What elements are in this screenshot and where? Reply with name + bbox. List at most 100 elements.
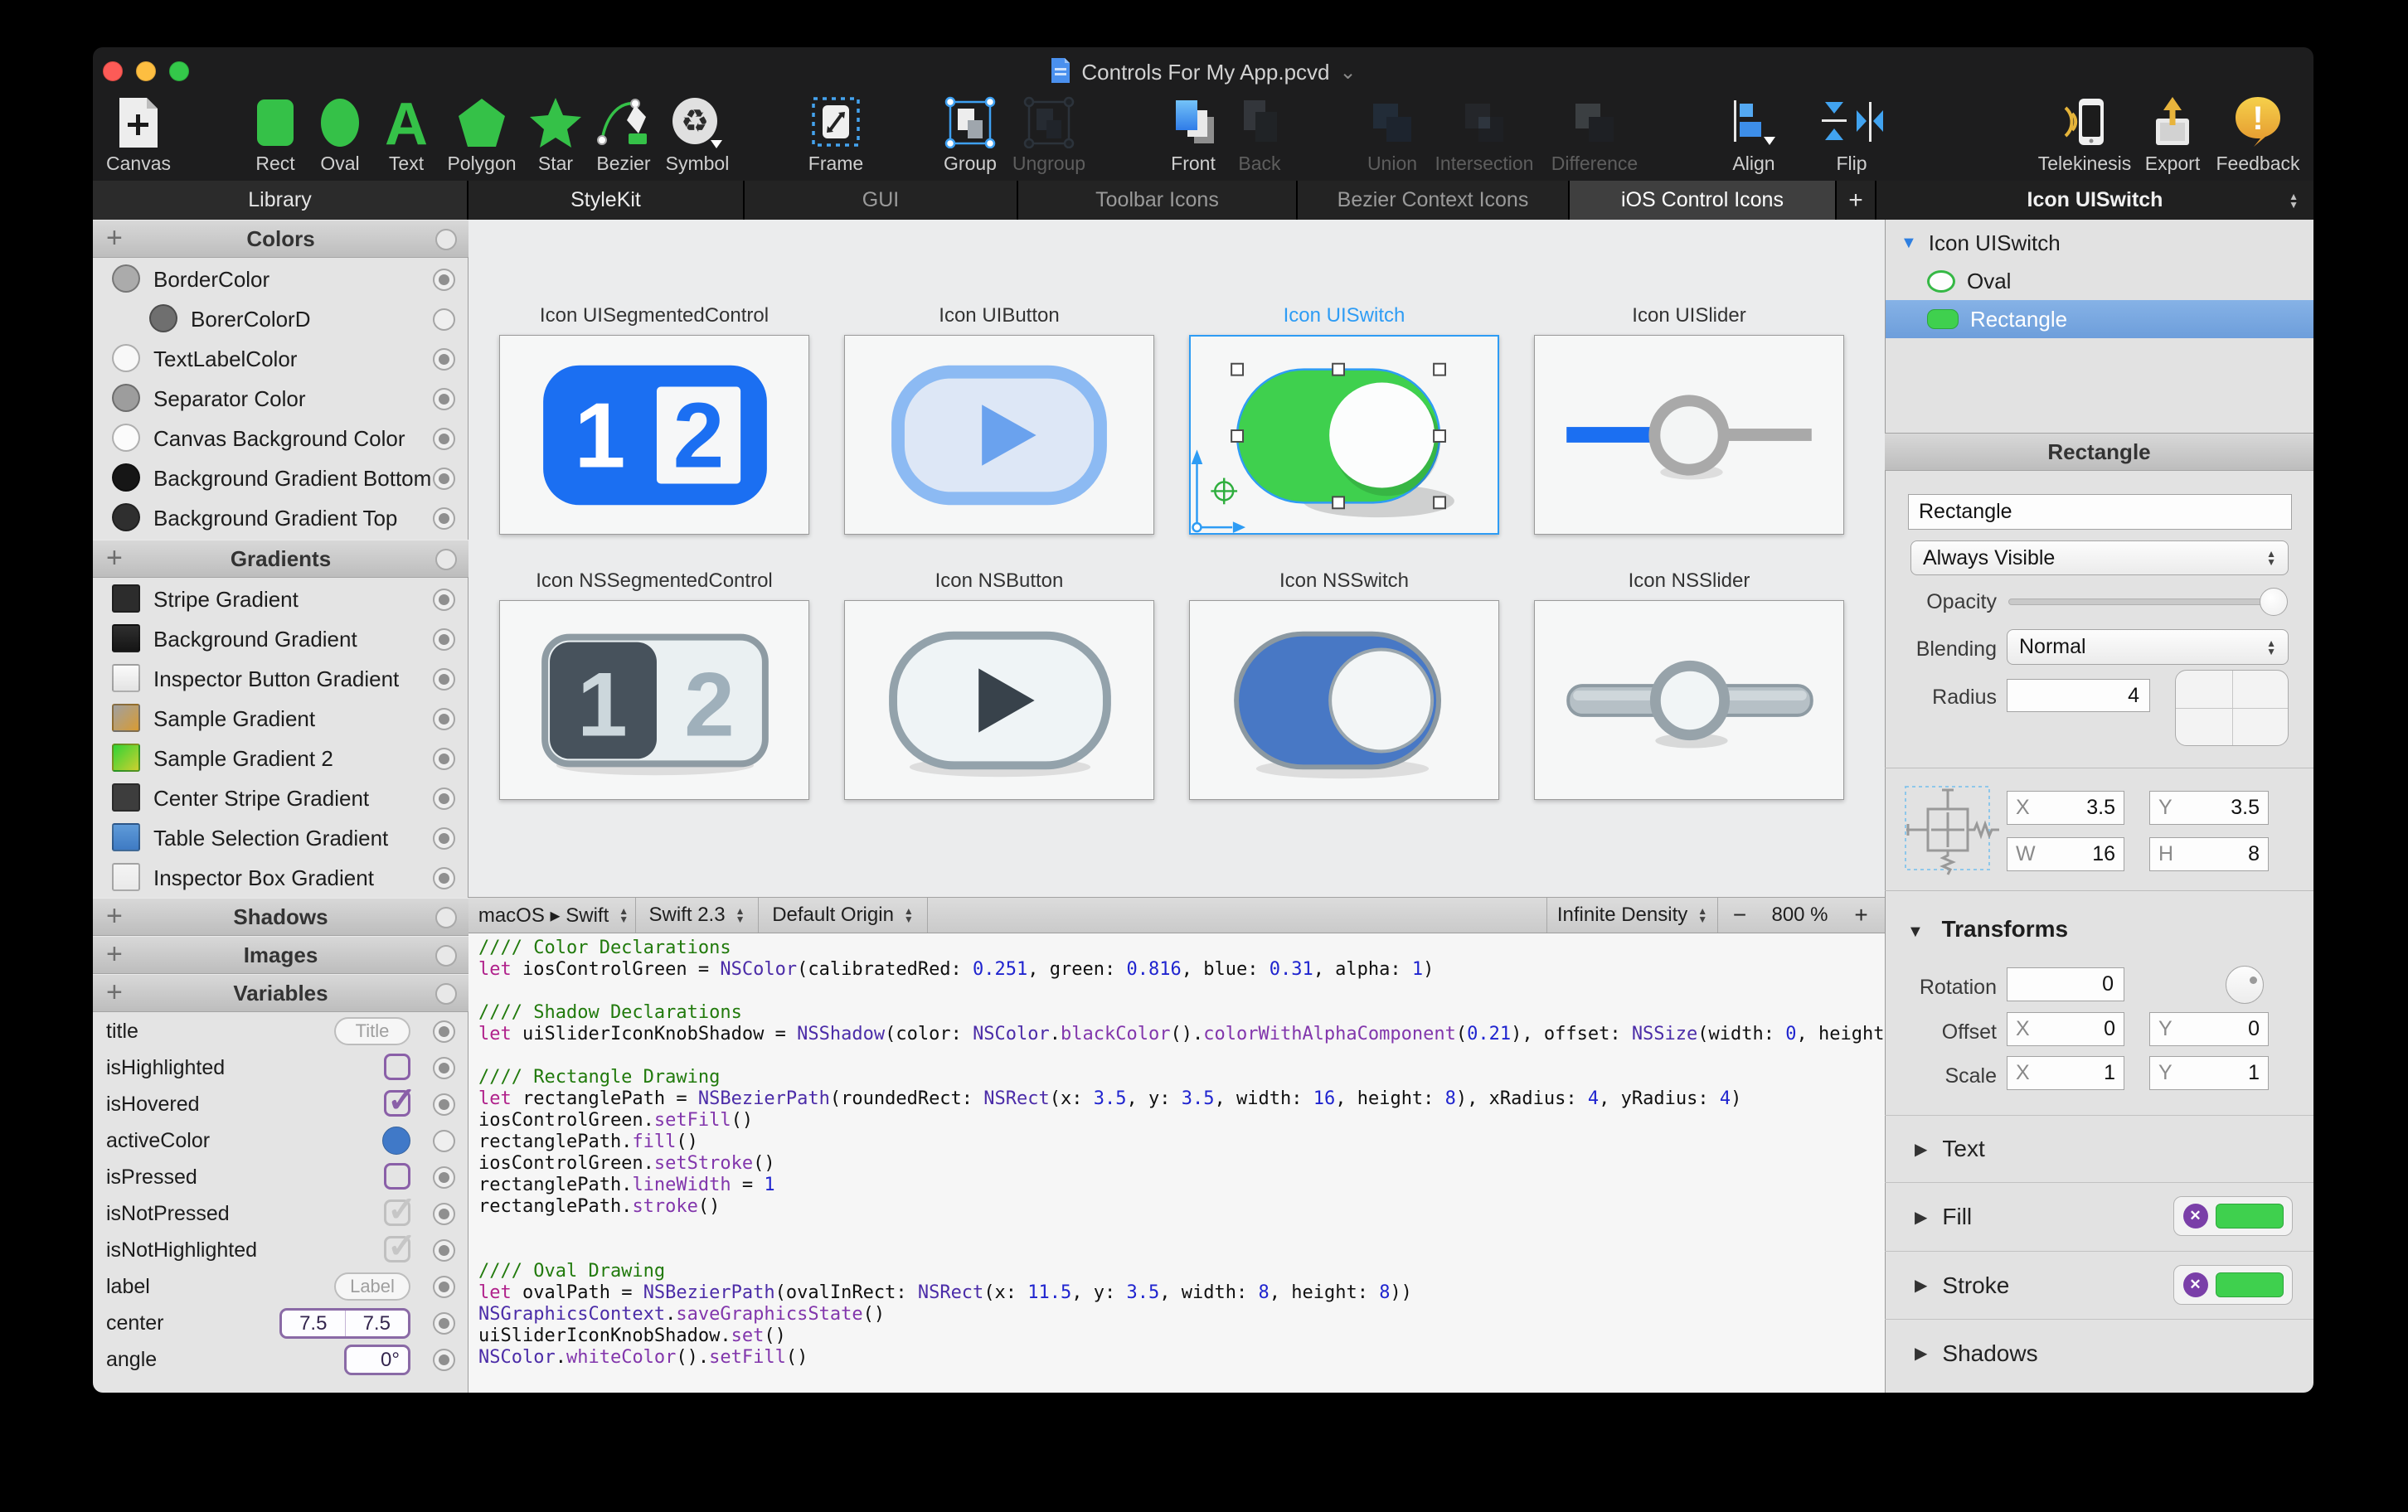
scale-x-field[interactable]: X 1 [2007, 1056, 2124, 1090]
frame-w-field[interactable]: W 16 [2007, 837, 2124, 871]
variable-item-center[interactable]: center 7.5 7.5 [93, 1305, 468, 1341]
disclosure-triangle-icon[interactable]: ▶ [1915, 1343, 1927, 1364]
feedback-button[interactable]: ! Feedback [2175, 95, 2313, 175]
layer-name-field[interactable] [1908, 494, 2292, 530]
color-swatch[interactable] [112, 384, 140, 412]
tab-toolbar-icons[interactable]: Toolbar Icons [1018, 181, 1298, 220]
library-target-icon[interactable] [433, 1130, 455, 1152]
disclosure-triangle-icon[interactable]: ▼ [1907, 923, 1924, 941]
variable-pill-button[interactable]: Label [334, 1272, 410, 1301]
library-target-icon[interactable] [433, 1239, 455, 1262]
fill-color-button[interactable]: ✕ [2173, 1196, 2293, 1236]
origin-dropdown[interactable]: Default Origin ▲ ▼ [759, 898, 928, 933]
variable-item-isHovered[interactable]: isHovered [93, 1079, 468, 1122]
disclosure-triangle-icon[interactable]: ▶ [1915, 1275, 1927, 1296]
frame-h-field[interactable]: H 8 [2149, 837, 2269, 871]
gradient-swatch[interactable] [112, 704, 140, 732]
images-section-toggle[interactable] [435, 945, 457, 967]
tab-ios-control-icons[interactable]: iOS Control Icons [1570, 181, 1837, 220]
variable-item-angle[interactable]: angle 0° [93, 1341, 468, 1378]
color-item-5[interactable]: Canvas Background Color [93, 419, 468, 458]
stroke-color-button[interactable]: ✕ [2173, 1265, 2293, 1305]
library-target-icon[interactable] [433, 308, 455, 331]
library-target-icon[interactable] [433, 1203, 455, 1225]
platform-dropdown[interactable]: macOS ▸ Swift ▲ ▼ [472, 898, 636, 933]
scale-y-field[interactable]: Y 1 [2149, 1056, 2269, 1090]
color-swatch[interactable] [112, 264, 140, 293]
opacity-slider-knob[interactable] [2260, 588, 2288, 616]
library-target-icon[interactable] [433, 1312, 455, 1335]
artboard-ns-button[interactable] [844, 600, 1154, 800]
no-color-icon[interactable]: ✕ [2182, 1272, 2208, 1297]
gradient-swatch[interactable] [112, 744, 140, 772]
gradient-item-7[interactable]: Table Selection Gradient [93, 818, 468, 858]
artboard-ns-slider[interactable] [1534, 600, 1844, 800]
layer-root-row[interactable]: ▼ Icon UISwitch [1886, 224, 2313, 262]
section-row-text[interactable]: ▶ Text [1885, 1115, 2313, 1182]
artboard-ns-segmented[interactable]: 12 [499, 600, 809, 800]
offset-y-field[interactable]: Y 0 [2149, 1012, 2269, 1046]
library-target-icon[interactable] [433, 428, 455, 450]
shadows-section-toggle[interactable] [435, 907, 457, 928]
tab-gui[interactable]: GUI [745, 181, 1018, 220]
gradient-swatch[interactable] [112, 664, 140, 692]
variable-item-activeColor[interactable]: activeColor [93, 1122, 468, 1159]
color-item-4[interactable]: Separator Color [93, 379, 468, 419]
frame-y-field[interactable]: Y 3.5 [2149, 791, 2269, 825]
transforms-section-header[interactable]: ▼ Transforms [1907, 916, 2068, 943]
tab-library[interactable]: Library [93, 181, 468, 220]
library-target-icon[interactable] [433, 1166, 455, 1189]
disclosure-triangle-icon[interactable]: ▶ [1915, 1139, 1927, 1160]
layer-row-oval[interactable]: Oval [1886, 262, 2313, 300]
variable-checkbox[interactable] [384, 1079, 416, 1120]
library-target-icon[interactable] [433, 269, 455, 291]
title-chevron-icon[interactable]: ⌄ [1340, 61, 1357, 85]
variable-checkbox[interactable] [384, 1189, 416, 1229]
opacity-slider-track[interactable] [2008, 598, 2282, 605]
gradient-item-5[interactable]: Sample Gradient 2 [93, 739, 468, 778]
variable-item-isNotHighlighted[interactable]: isNotHighlighted [93, 1225, 468, 1268]
color-item-6[interactable]: Background Gradient Bottom [93, 458, 468, 498]
section-row-shadows[interactable]: ▶ Shadows [1885, 1319, 2313, 1387]
add-colors-button[interactable]: + [106, 222, 123, 254]
zoom-level[interactable]: 800 % [1761, 898, 1838, 933]
library-target-icon[interactable] [433, 668, 455, 691]
color-item-3[interactable]: TextLabelColor [93, 339, 468, 379]
variable-value-field[interactable]: 0° [344, 1345, 410, 1375]
library-target-icon[interactable] [433, 1020, 455, 1043]
library-target-icon[interactable] [433, 827, 455, 850]
artboard-ui-switch[interactable] [1189, 335, 1499, 535]
add-images-button[interactable]: + [106, 938, 123, 971]
resizing-springs-diagram[interactable] [1905, 786, 2001, 875]
gradient-swatch[interactable] [112, 624, 140, 652]
library-target-icon[interactable] [433, 628, 455, 651]
gradient-item-6[interactable]: Center Stripe Gradient [93, 778, 468, 818]
variable-checkbox[interactable] [384, 1225, 416, 1266]
language-version-dropdown[interactable]: Swift 2.3 ▲ ▼ [636, 898, 759, 933]
gradients-section-toggle[interactable] [435, 549, 457, 570]
flip-button[interactable]: Flip [1769, 95, 1935, 175]
visibility-dropdown[interactable]: Always Visible ▲ ▼ [1910, 540, 2289, 575]
radius-field[interactable]: 4 [2007, 679, 2150, 712]
stroke-swatch[interactable] [2215, 1272, 2284, 1297]
library-target-icon[interactable] [433, 1276, 455, 1298]
gradient-item-1[interactable]: Stripe Gradient [93, 579, 468, 619]
fill-swatch[interactable] [2215, 1204, 2284, 1228]
gradient-swatch[interactable] [112, 783, 140, 812]
library-target-icon[interactable] [433, 348, 455, 371]
library-target-icon[interactable] [433, 867, 455, 889]
tab-add-tab[interactable]: + [1837, 181, 1876, 220]
layer-row-rectangle[interactable]: Rectangle [1886, 300, 2313, 338]
gradient-item-4[interactable]: Sample Gradient [93, 699, 468, 739]
color-swatch[interactable] [112, 503, 140, 531]
zoom-in-button[interactable]: + [1838, 898, 1884, 933]
code-editor[interactable]: //// Color Declarations let iosControlGre… [468, 933, 1885, 1393]
color-swatch[interactable] [112, 463, 140, 492]
library-target-icon[interactable] [433, 788, 455, 810]
tab-stylekit[interactable]: StyleKit [468, 181, 745, 220]
variable-checkbox[interactable] [384, 1054, 410, 1080]
disclosure-triangle-icon[interactable]: ▼ [1901, 234, 1917, 253]
library-target-icon[interactable] [433, 1093, 455, 1116]
artboard-ui-button[interactable] [844, 335, 1154, 535]
variable-point-field[interactable]: 7.5 7.5 [279, 1308, 410, 1339]
